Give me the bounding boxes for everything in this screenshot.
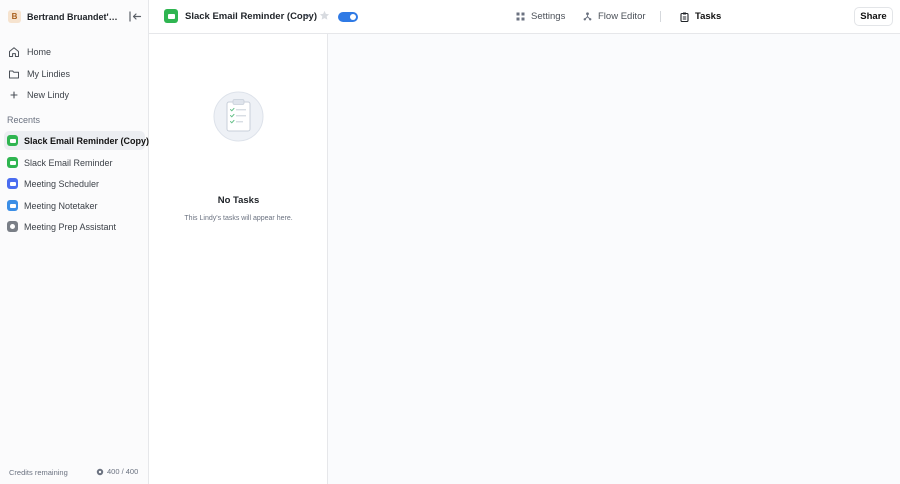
recent-item-label: Slack Email Reminder: [24, 157, 113, 168]
task-detail-area: [328, 34, 900, 484]
notetaker-icon: [7, 200, 18, 211]
sidebar-item-label: My Lindies: [27, 69, 71, 79]
tab-settings[interactable]: Settings: [516, 9, 565, 24]
flow-icon: [583, 12, 592, 21]
lindy-enabled-toggle[interactable]: [338, 12, 358, 22]
assistant-icon: [7, 221, 18, 232]
credits-value: 400 / 400: [107, 467, 139, 476]
plus-icon: [10, 91, 18, 99]
top-bar: Slack Email Reminder (Copy) Settings Flo…: [149, 0, 900, 34]
tab-label: Flow Editor: [598, 11, 646, 22]
tab-label: Settings: [531, 11, 566, 22]
collapse-sidebar-icon[interactable]: [128, 10, 142, 23]
tasks-panel: No Tasks This Lindy's tasks will appear …: [149, 34, 328, 484]
credits-gear-icon: [96, 468, 104, 475]
recent-item-meeting-prep-assistant[interactable]: Meeting Prep Assistant: [4, 217, 145, 236]
share-button[interactable]: Share: [854, 7, 893, 26]
credits-counter: 400 / 400: [96, 467, 138, 476]
recent-item-label: Slack Email Reminder (Copy): [24, 135, 150, 146]
tab-tasks[interactable]: Tasks: [680, 9, 721, 24]
slack-email-icon: [7, 135, 18, 146]
recent-item-meeting-scheduler[interactable]: Meeting Scheduler: [4, 174, 145, 193]
slack-email-icon: [7, 157, 18, 168]
lindy-title[interactable]: Slack Email Reminder (Copy): [185, 11, 317, 22]
recent-item-label: Meeting Prep Assistant: [24, 221, 117, 232]
recent-item-label: Meeting Notetaker: [24, 200, 98, 211]
workspace-name: Bertrand Bruandet's...: [27, 11, 118, 22]
chevron-down-icon[interactable]: [304, 13, 311, 19]
calendar-icon: [7, 178, 18, 189]
folder-icon: [9, 70, 19, 79]
sidebar-item-label: New Lindy: [27, 90, 70, 100]
sidebar-item-home[interactable]: Home: [4, 42, 144, 62]
clipboard-icon: [680, 12, 689, 22]
recents-heading: Recents: [7, 115, 41, 125]
recent-item-slack-email-reminder[interactable]: Slack Email Reminder: [4, 153, 145, 172]
lindy-app-icon: [164, 9, 178, 23]
sidebar: B Bertrand Bruandet's... Home My Lindies…: [0, 0, 149, 484]
tab-flow-editor[interactable]: Flow Editor: [583, 9, 646, 24]
recent-item-slack-email-reminder-copy[interactable]: Slack Email Reminder (Copy): [4, 131, 149, 150]
tab-divider: [660, 11, 661, 22]
sidebar-item-new-lindy[interactable]: New Lindy: [4, 85, 144, 105]
sidebar-item-my-lindies[interactable]: My Lindies: [4, 64, 144, 84]
tab-label: Tasks: [695, 11, 722, 22]
sidebar-item-label: Home: [27, 47, 52, 57]
workspace-avatar: B: [8, 10, 21, 23]
workspace-switcher[interactable]: B Bertrand Bruandet's...: [8, 8, 118, 25]
home-icon: [9, 47, 19, 57]
settings-grid-icon: [516, 12, 525, 21]
recent-item-meeting-notetaker[interactable]: Meeting Notetaker: [4, 196, 145, 215]
credits-label: Credits remaining: [9, 468, 68, 477]
recent-item-label: Meeting Scheduler: [24, 178, 100, 189]
star-icon[interactable]: [319, 10, 330, 21]
empty-tasks-illustration: [213, 91, 264, 142]
empty-state-subtitle: This Lindy's tasks will appear here.: [184, 215, 293, 222]
empty-state-title: No Tasks: [217, 195, 260, 206]
